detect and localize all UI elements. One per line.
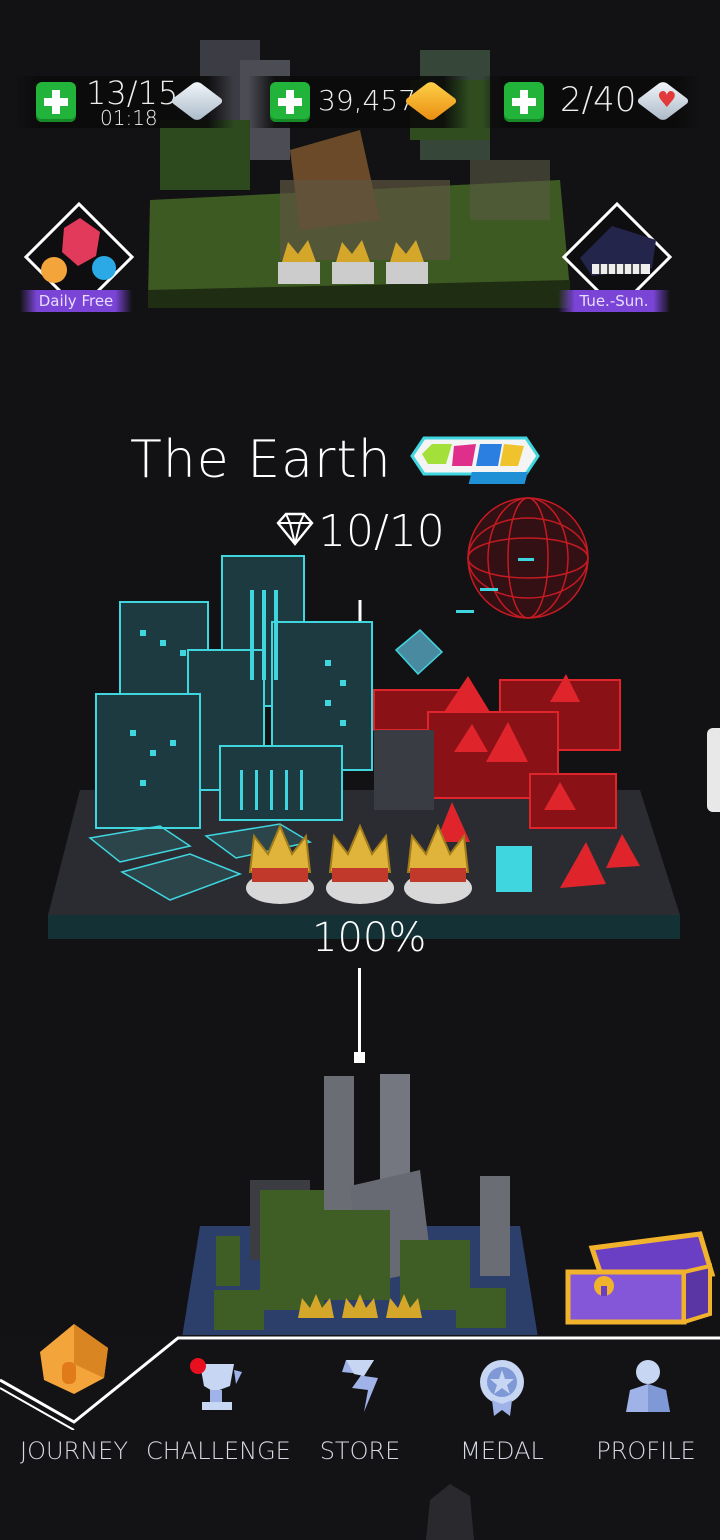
daily-free-label: Daily Free [20,290,132,312]
nav-store[interactable]: STORE [290,1437,430,1465]
store-s-icon[interactable] [334,1356,386,1416]
color-remix-badge [410,436,540,484]
nav-profile[interactable]: PROFILE [576,1437,716,1465]
nav-journey[interactable]: JOURNEY [4,1437,144,1465]
nav-challenge[interactable]: CHALLENGE [146,1437,291,1465]
level-title: The Earth [130,430,392,490]
level-progress: 100% [312,915,427,961]
profile-icon[interactable] [620,1356,674,1416]
heart-counter: 2/40 ♥ [482,76,702,128]
top-level-scene[interactable] [140,30,580,320]
balloon-gems-icon [41,218,116,283]
daily-free-button[interactable]: Daily Free [20,201,135,313]
heart-value: 2/40 [560,80,637,120]
weekly-event-label: Tue.-Sun. [558,290,670,312]
coin-value: 39,457 [318,84,416,117]
add-coins-button[interactable] [270,82,310,122]
castle-level-scene[interactable] [170,1070,550,1350]
treasure-chest-icon[interactable] [560,1226,716,1330]
medal-icon[interactable] [474,1356,530,1418]
add-energy-button[interactable] [36,82,76,122]
grand-piano-icon [580,226,656,276]
challenge-notification-dot [190,1358,206,1374]
level-scene-the-earth[interactable] [40,490,690,950]
add-hearts-button[interactable] [504,82,544,122]
crowns [246,823,472,904]
energy-counter: 13/15 01:18 [14,74,234,130]
floating-rock [426,1484,474,1540]
heart-mark-icon: ♥ [657,88,677,113]
level-connector-node [354,1052,365,1063]
coin-counter: 39,457 [248,76,470,128]
house-icon[interactable] [34,1318,114,1398]
level-connector [358,968,361,1058]
scroll-handle[interactable] [707,728,720,812]
energy-timer: 01:18 [100,106,158,130]
weekly-event-button[interactable]: Tue.-Sun. [558,201,673,313]
nav-medal[interactable]: MEDAL [432,1437,572,1465]
